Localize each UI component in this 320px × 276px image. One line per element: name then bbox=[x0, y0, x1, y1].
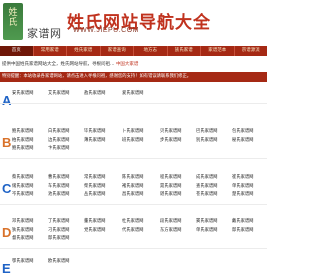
section-divider bbox=[0, 247, 267, 249]
surname-link[interactable]: 秘氏家谱网 bbox=[232, 137, 253, 143]
section-letter: E bbox=[2, 261, 11, 276]
surname-link[interactable]: 鄂氏家谱网 bbox=[12, 258, 33, 264]
intro-body: 提供中国姓氏家谱网站大全，姓氏网站导航，寻根问祖… bbox=[2, 62, 115, 67]
notice-bar: 特别提醒：本站收录各家谱网站，请点击进入寻根问祖，感谢您的支持！如有错误请联系我… bbox=[0, 72, 267, 82]
surname-link[interactable]: 昌氏家谱网 bbox=[122, 191, 143, 197]
nav-item[interactable]: 家谱查询 bbox=[101, 46, 134, 56]
surname-link[interactable]: 谌氏家谱网 bbox=[160, 191, 181, 197]
surname-link[interactable]: 艾氏家谱网 bbox=[48, 90, 69, 96]
nav-item[interactable]: 地方志 bbox=[134, 46, 168, 56]
surname-link[interactable]: 鲍氏家谱网 bbox=[12, 145, 33, 151]
main-nav: 首页 常用家谱 姓氏家谱 家谱查询 地方志 族氏家谱 家谱范本 宗谱源流 bbox=[0, 46, 267, 56]
surname-link[interactable]: 刁氏家谱网 bbox=[48, 227, 69, 233]
surname-link[interactable]: 段氏家谱网 bbox=[160, 218, 181, 224]
section-letter: A bbox=[2, 93, 12, 108]
surname-link[interactable]: 苍氏家谱网 bbox=[196, 191, 217, 197]
intro-link[interactable]: 中国大家谱 bbox=[116, 62, 139, 67]
surname-link[interactable]: 柴氏家谱网 bbox=[84, 183, 105, 189]
surname-link[interactable]: 巴氏家谱网 bbox=[196, 128, 217, 134]
surname-link[interactable]: 车氏家谱网 bbox=[48, 183, 69, 189]
surname-link[interactable]: 陈氏家谱网 bbox=[122, 174, 143, 180]
surname-link[interactable]: 鲍氏家谱网 bbox=[12, 128, 33, 134]
surname-link[interactable]: 东方家谱网 bbox=[160, 227, 181, 233]
surname-link[interactable]: 丁氏家谱网 bbox=[48, 218, 69, 224]
site-logo[interactable]: 姓氏 bbox=[3, 3, 23, 40]
section-letter: D bbox=[2, 224, 12, 240]
section-letter: B bbox=[2, 134, 12, 150]
surname-link[interactable]: 代氏家谱网 bbox=[122, 227, 143, 233]
nav-item[interactable]: 首页 bbox=[0, 46, 34, 56]
nav-item[interactable]: 族氏家谱 bbox=[168, 46, 201, 56]
surname-link[interactable]: 柏氏家谱网 bbox=[12, 137, 33, 143]
surname-link[interactable]: 白氏家谱网 bbox=[48, 128, 69, 134]
site-url: WWW.JIEPU.COM bbox=[73, 27, 139, 34]
surname-link[interactable]: 丛氏家谱网 bbox=[84, 191, 105, 197]
surname-link[interactable]: 邓氏家谱网 bbox=[12, 218, 33, 224]
surname-link[interactable]: 毕氏家谱网 bbox=[84, 128, 105, 134]
surname-link[interactable]: 党氏家谱网 bbox=[84, 227, 105, 233]
surname-link[interactable]: 邸氏家谱网 bbox=[48, 235, 69, 241]
surname-link[interactable]: 褚氏家谱网 bbox=[122, 183, 143, 189]
surname-link[interactable]: 贝氏家谱网 bbox=[160, 128, 181, 134]
surname-link[interactable]: 蔡氏家谱网 bbox=[12, 174, 33, 180]
surname-link[interactable]: 曹氏家谱网 bbox=[48, 174, 69, 180]
section-divider bbox=[0, 102, 267, 104]
surname-link[interactable]: 董氏家谱网 bbox=[84, 218, 105, 224]
surname-link[interactable]: 卜氏家谱网 bbox=[122, 128, 143, 134]
nav-item[interactable]: 家谱范本 bbox=[201, 46, 235, 56]
section-divider bbox=[0, 157, 267, 159]
surname-link[interactable]: 单氏家谱网 bbox=[196, 227, 217, 233]
surname-link[interactable]: 单氏家谱网 bbox=[232, 183, 253, 189]
surname-link[interactable]: 卞氏家谱网 bbox=[48, 145, 69, 151]
nav-item[interactable]: 宗谱源流 bbox=[235, 46, 268, 56]
notice-text: 特别提醒：本站收录各家谱网站，请点击进入寻根问祖，感谢您的支持！如有错误请联系我… bbox=[2, 74, 192, 79]
surname-link[interactable]: 崔氏家谱网 bbox=[232, 174, 253, 180]
surname-link[interactable]: 晁氏家谱网 bbox=[160, 183, 181, 189]
surname-link[interactable]: 楚氏家谱网 bbox=[232, 191, 253, 197]
surname-link[interactable]: 班氏家谱网 bbox=[122, 137, 143, 143]
section-letter: C bbox=[2, 180, 12, 196]
surname-link[interactable]: 程氏家谱网 bbox=[160, 174, 181, 180]
section-divider bbox=[0, 203, 267, 205]
surname-link[interactable]: 成氏家谱网 bbox=[196, 174, 217, 180]
surname-link[interactable]: 查氏家谱网 bbox=[196, 183, 217, 189]
intro-text: 提供中国姓氏家谱网站大全，姓氏网站导航，寻根问祖… 中国大家谱 bbox=[0, 59, 269, 71]
surname-link[interactable]: 池氏家谱网 bbox=[48, 191, 69, 197]
surname-link[interactable]: 薄氏家谱网 bbox=[84, 137, 105, 143]
surname-link[interactable]: 边氏家谱网 bbox=[48, 137, 69, 143]
surname-link[interactable]: 督氏家谱网 bbox=[12, 235, 33, 241]
surname-link[interactable]: 狄氏家谱网 bbox=[12, 227, 33, 233]
surname-link[interactable]: 别氏家谱网 bbox=[196, 137, 217, 143]
nav-item[interactable]: 姓氏家谱 bbox=[67, 46, 101, 56]
surname-link[interactable]: 敖氏家谱网 bbox=[84, 90, 105, 96]
surname-link[interactable]: 欧氏家谱网 bbox=[48, 258, 69, 264]
logo-glyph: 姓氏 bbox=[8, 8, 18, 28]
surname-link[interactable]: 步氏家谱网 bbox=[160, 137, 181, 143]
logo-subtitle: 家谱网 bbox=[27, 27, 62, 40]
surname-link[interactable]: 邸氏家谱网 bbox=[232, 227, 253, 233]
surname-link[interactable]: 窦氏家谱网 bbox=[196, 218, 217, 224]
surname-link[interactable]: 储氏家谱网 bbox=[12, 183, 33, 189]
surname-link[interactable]: 包氏家谱网 bbox=[232, 128, 253, 134]
site-header: 姓氏 家谱网 姓氏网站导航大全 WWW.JIEPU.COM bbox=[0, 0, 267, 44]
surname-link[interactable]: 爱氏家谱网 bbox=[122, 90, 143, 96]
surname-link[interactable]: 杜氏家谱网 bbox=[122, 218, 143, 224]
surname-link[interactable]: 岑氏家谱网 bbox=[12, 191, 33, 197]
nav-item[interactable]: 常用家谱 bbox=[34, 46, 67, 56]
surname-link[interactable]: 戴氏家谱网 bbox=[232, 218, 253, 224]
surname-link[interactable]: 常氏家谱网 bbox=[84, 174, 105, 180]
surname-link[interactable]: 安氏家谱网 bbox=[12, 90, 33, 96]
